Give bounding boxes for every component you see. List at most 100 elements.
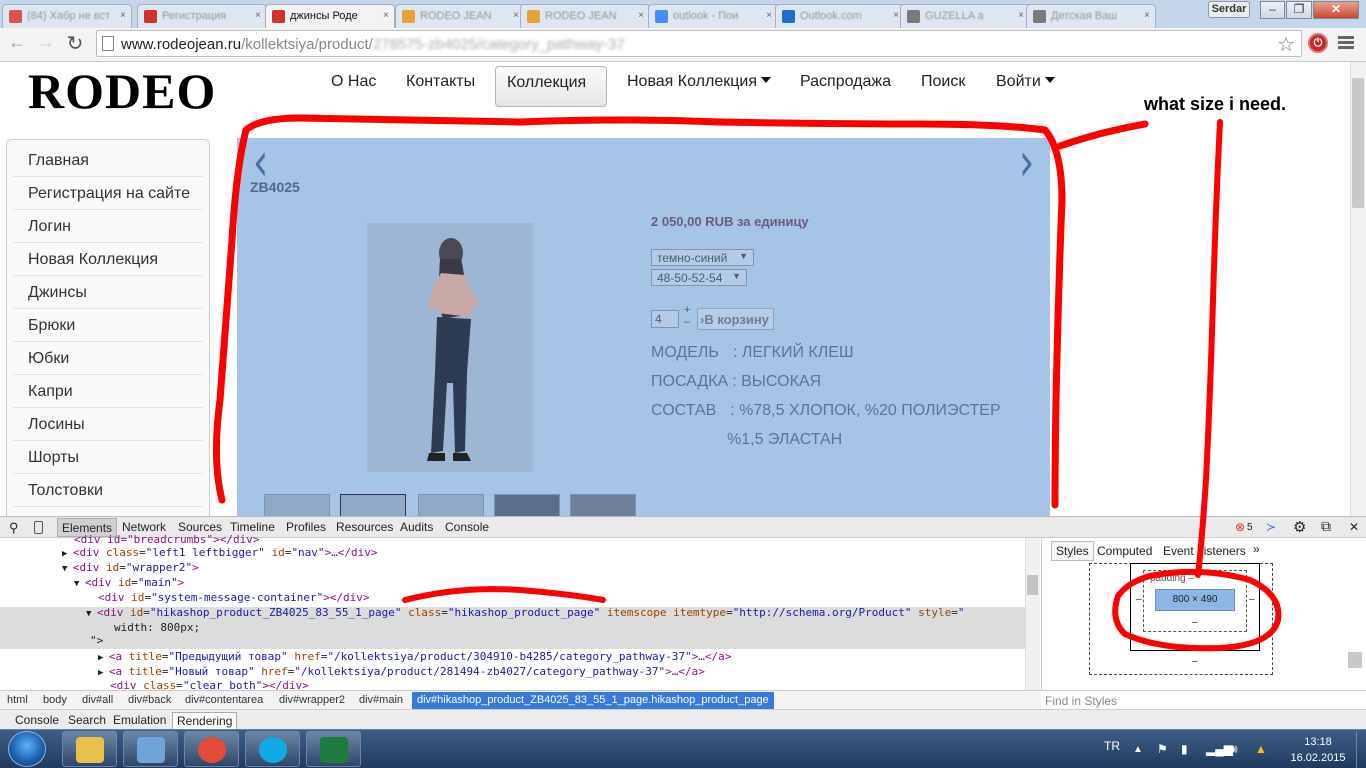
page-scrollbar-thumb[interactable] (1352, 78, 1364, 208)
breadcrumb-item[interactable]: body (43, 694, 67, 706)
nav-contacts[interactable]: Контакты (406, 73, 475, 91)
dom-node-line[interactable]: ▶ <a title="Предыдущий товар" href="/kol… (98, 650, 731, 665)
product-photo[interactable] (367, 223, 533, 472)
network-signal-icon[interactable]: ▂▄▆ (1206, 742, 1233, 756)
breadcrumb-item[interactable]: div#all (82, 694, 113, 706)
sidebar-item[interactable]: Брюки (13, 309, 203, 342)
devtools-tab-timeline[interactable]: Timeline (230, 520, 275, 534)
devtools-tab-sources[interactable]: Sources (178, 520, 222, 534)
maximize-button[interactable]: ❐ (1286, 1, 1312, 19)
google-drive-icon[interactable]: ▲ (1255, 742, 1267, 756)
volume-icon[interactable]: 🔊︎ (1230, 742, 1238, 757)
nav-login[interactable]: Войти (996, 73, 1055, 91)
breadcrumb-item[interactable]: div#contentarea (185, 694, 263, 706)
browser-tab[interactable]: Детская Ваш × (1026, 4, 1156, 28)
quantity-input[interactable]: 4 (651, 310, 679, 328)
sidebar-item[interactable]: Шорты (13, 441, 203, 474)
computed-tab[interactable]: Computed (1097, 544, 1152, 558)
bookmark-star-icon[interactable]: ☆ (1277, 32, 1295, 57)
tab-close-icon[interactable]: × (120, 10, 126, 21)
dom-node-line[interactable]: ▼ <div id="wrapper2"> (62, 561, 199, 576)
dom-node-line[interactable]: ▶ <div class="left1 leftbigger" id="nav"… (62, 546, 378, 561)
close-window-button[interactable]: ✕ (1313, 1, 1359, 19)
sidebar-item[interactable]: Джинсы (13, 276, 203, 309)
sidebar-item[interactable]: Логин (13, 210, 203, 243)
styles-tab[interactable]: Styles (1051, 541, 1094, 561)
devtools-tab-resources[interactable]: Resources (336, 520, 393, 534)
expand-triangle-icon[interactable]: ▼ (62, 564, 73, 574)
forward-icon[interactable]: → (35, 32, 57, 53)
action-center-flag-icon[interactable]: ⚑ (1157, 742, 1168, 756)
error-icon[interactable]: ⊗ (1235, 520, 1245, 534)
extension-stop-icon[interactable]: ⏻ (1308, 33, 1328, 53)
expand-triangle-icon[interactable]: ▶ (98, 653, 109, 663)
quantity-stepper[interactable]: + – (684, 304, 690, 328)
dom-scrollbar-thumb[interactable] (1027, 575, 1038, 595)
tab-close-icon[interactable]: × (1018, 10, 1024, 21)
dock-icon[interactable]: ⧉ (1321, 518, 1331, 535)
nav-collection[interactable]: Коллекция (495, 66, 607, 107)
address-bar[interactable]: www.rodeojean.ru/kollektsiya/product/278… (96, 30, 1302, 57)
devtools-tab-network[interactable]: Network (122, 520, 166, 534)
expand-triangle-icon[interactable]: ▼ (86, 609, 97, 619)
browser-tab[interactable]: Регистрация × (137, 4, 267, 28)
remote-desktop-taskbar-button[interactable] (123, 731, 178, 767)
browser-tab[interactable]: RODEO JEAN × (395, 4, 525, 28)
expand-triangle-icon[interactable]: ▶ (98, 668, 109, 678)
breadcrumb-item[interactable]: div#back (128, 694, 171, 706)
qty-plus[interactable]: + (684, 304, 690, 316)
chrome-menu-icon[interactable] (1338, 36, 1354, 51)
reload-icon[interactable]: ↻ (64, 31, 86, 56)
sidebar-item[interactable]: Капри (13, 375, 203, 408)
dom-node-line[interactable]: ▼ <div id="hikashop_product_ZB4025_83_55… (86, 606, 965, 621)
product-thumbnail[interactable] (494, 494, 560, 516)
tab-close-icon[interactable]: × (383, 10, 389, 21)
sidebar-item[interactable]: Юбки (13, 342, 203, 375)
browser-tab[interactable]: RODEO JEAN × (520, 4, 650, 28)
tab-close-icon[interactable]: × (1144, 10, 1150, 21)
drawer-tab-emulation[interactable]: Emulation (113, 713, 166, 727)
drawer-toggle-icon[interactable]: ≻ (1266, 520, 1276, 534)
size-select[interactable]: 48-50-52-54 ▼ (651, 269, 747, 286)
sidebar-item[interactable]: Толстовки (13, 474, 203, 507)
styles-scrollbar-thumb[interactable] (1348, 652, 1362, 668)
drawer-tab-console[interactable]: Console (15, 713, 59, 727)
drawer-tab-search[interactable]: Search (68, 713, 106, 727)
close-devtools-icon[interactable]: ✕ (1349, 520, 1359, 534)
sidebar-item[interactable]: Новая Коллекция (13, 243, 203, 276)
nav-search[interactable]: Поиск (921, 73, 965, 91)
color-select[interactable]: темно-синий ▼ (651, 249, 754, 266)
drawer-tab-rendering[interactable]: Rendering (172, 712, 238, 730)
devtools-tab-profiles[interactable]: Profiles (286, 520, 326, 534)
excel-taskbar-button[interactable] (306, 731, 361, 767)
system-clock[interactable]: 13:18 16.02.2015 (1288, 734, 1348, 766)
tab-close-icon[interactable]: × (513, 10, 519, 21)
nav-new-collection[interactable]: Новая Коллекция (627, 73, 771, 91)
browser-tab[interactable]: outlook - Пои × (648, 4, 778, 28)
breadcrumb-item[interactable]: div#main (359, 694, 403, 706)
sidebar-item[interactable]: Регистрация на сайте (13, 177, 203, 210)
site-logo[interactable]: RODEO (28, 62, 216, 120)
product-thumbnail[interactable] (570, 494, 636, 516)
sidebar-item[interactable]: Лосины (13, 408, 203, 441)
show-desktop-button[interactable] (1356, 731, 1366, 768)
skype-taskbar-button[interactable] (245, 731, 300, 767)
language-indicator[interactable]: TR (1104, 739, 1120, 753)
browser-tab[interactable]: GUZELLA a × (900, 4, 1030, 28)
dom-node-line[interactable]: ▶ <a title="Новый товар" href="/kollekts… (98, 665, 705, 680)
breadcrumb-item[interactable]: div#hikashop_product_ZB4025_83_55_1_page… (412, 692, 774, 709)
tab-close-icon[interactable]: × (255, 10, 261, 21)
sidebar-item[interactable]: Главная (13, 144, 203, 177)
error-count[interactable]: 5 (1247, 522, 1253, 533)
breadcrumb-item[interactable]: html (7, 694, 28, 706)
settings-gear-icon[interactable]: ⚙ (1293, 518, 1306, 536)
dom-scrollbar[interactable] (1025, 538, 1040, 690)
minimize-button[interactable]: – (1260, 1, 1285, 19)
profile-badge[interactable]: Serdar (1208, 1, 1250, 18)
expand-triangle-icon[interactable]: ▶ (62, 549, 73, 559)
tab-close-icon[interactable]: × (766, 10, 772, 21)
event-listeners-tab[interactable]: Event Listeners (1163, 544, 1246, 558)
dom-node-line[interactable]: width: 800px; (114, 621, 200, 636)
back-icon[interactable]: ← (6, 32, 28, 53)
dom-node-line[interactable]: ▼ <div id="main"> (74, 576, 184, 591)
